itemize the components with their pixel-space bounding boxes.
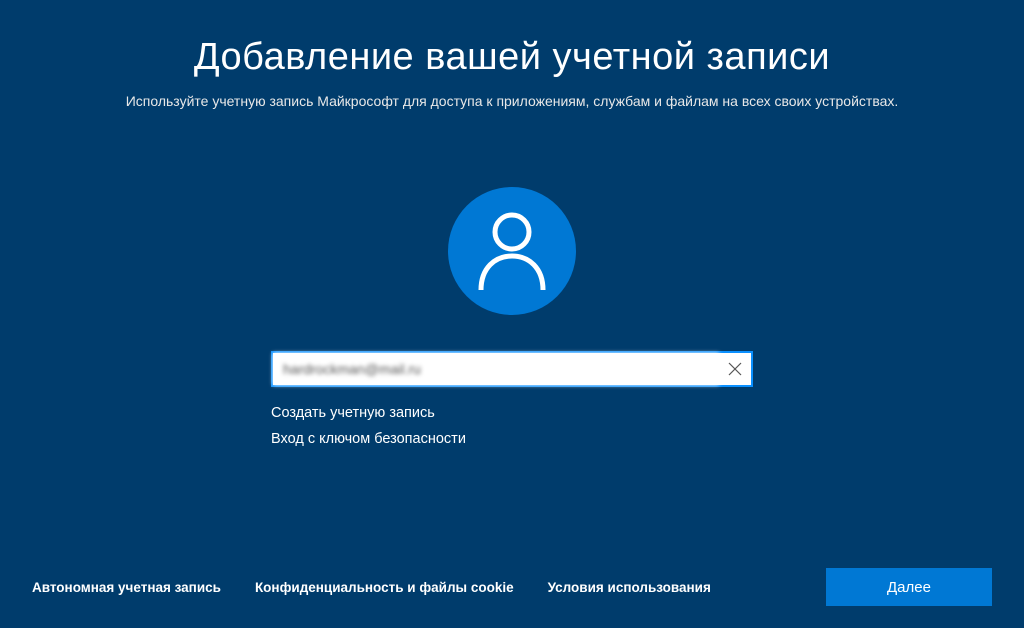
next-button[interactable]: Далее [826, 568, 992, 606]
terms-of-use-link[interactable]: Условия использования [548, 580, 711, 595]
person-icon [475, 210, 549, 292]
page-title: Добавление вашей учетной записи [0, 36, 1024, 79]
email-field[interactable] [273, 353, 719, 385]
close-icon [728, 362, 742, 376]
security-key-link[interactable]: Вход с ключом безопасности [271, 431, 753, 447]
clear-input-button[interactable] [719, 353, 751, 385]
create-account-link[interactable]: Создать учетную запись [271, 405, 753, 421]
user-avatar [448, 187, 576, 315]
offline-account-link[interactable]: Автономная учетная запись [32, 580, 221, 595]
email-input-wrapper[interactable] [271, 351, 753, 387]
page-subtitle: Используйте учетную запись Майкрософт дл… [0, 93, 1024, 109]
privacy-cookies-link[interactable]: Конфиденциальность и файлы cookie [255, 580, 514, 595]
